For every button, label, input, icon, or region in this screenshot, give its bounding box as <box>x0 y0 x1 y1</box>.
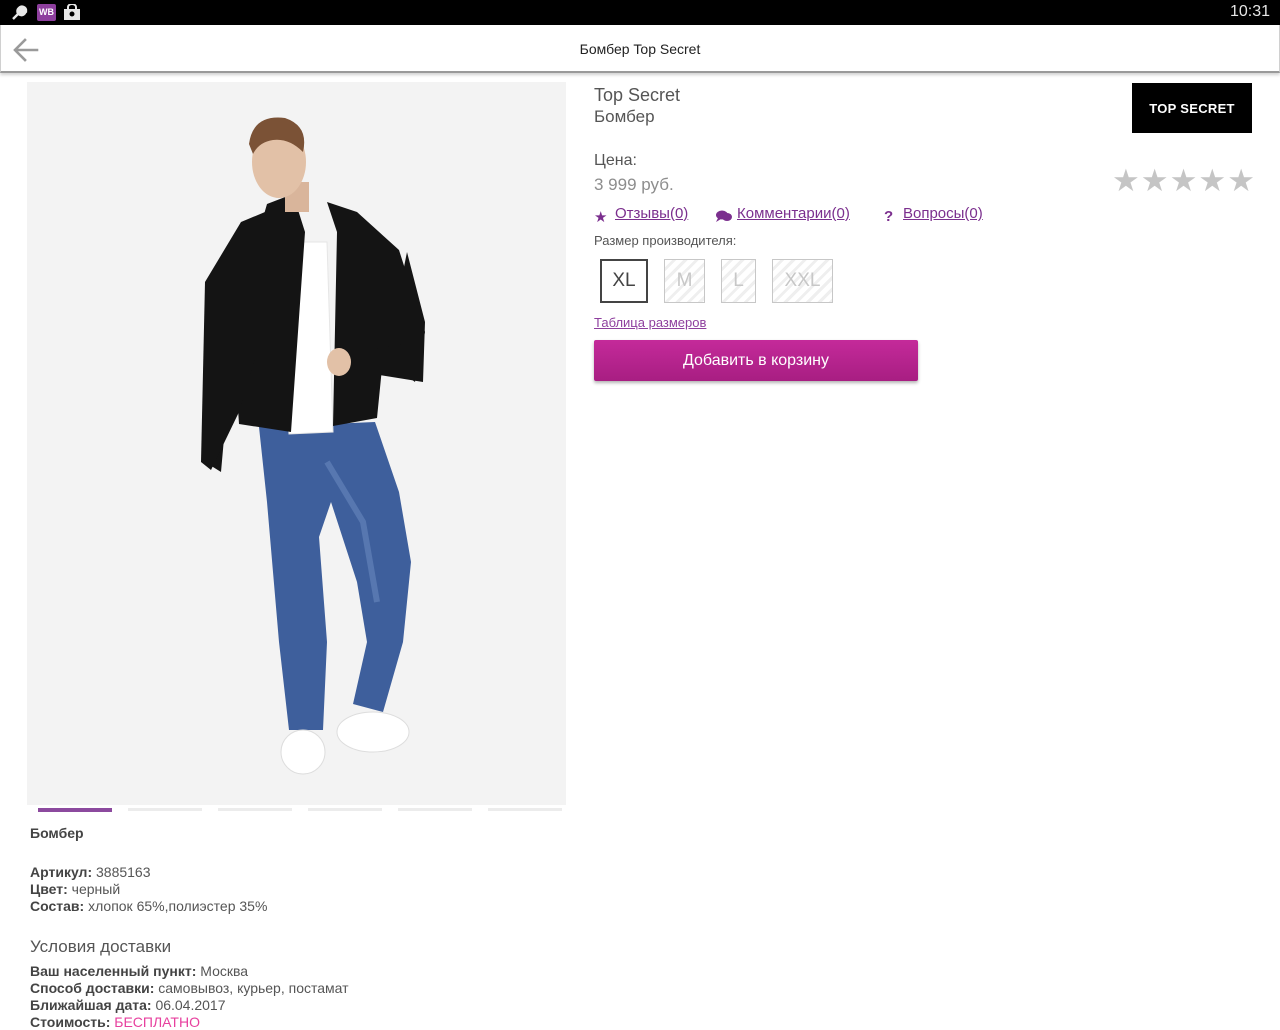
pager-dot[interactable] <box>398 808 472 811</box>
brand-logo-text: TOP SECRET <box>1149 100 1235 116</box>
price-label: Цена: <box>594 152 637 169</box>
app-toolbar: Бомбер Top Secret <box>0 25 1280 73</box>
rating-stars[interactable]: ★★★★★ <box>1112 163 1256 198</box>
delivery-date-row: Ближайшая дата: 06.04.2017 <box>30 997 226 1013</box>
product-detail-name: Бомбер <box>30 825 84 841</box>
article-label: Артикул: <box>30 864 93 880</box>
composition-row: Состав: хлопок 65%,полиэстер 35% <box>30 898 267 914</box>
image-pager <box>38 808 562 812</box>
pager-dot[interactable] <box>128 808 202 811</box>
size-label: Размер производителя: <box>594 233 737 248</box>
page-title: Бомбер Top Secret <box>579 41 701 57</box>
color-value: черный <box>71 881 121 897</box>
star-icon: ★ <box>1169 163 1199 198</box>
question-icon: ? <box>884 208 894 225</box>
brand-name[interactable]: Top Secret <box>594 85 680 106</box>
city-value[interactable]: Москва <box>200 963 248 979</box>
article-row: Артикул: 3885163 <box>30 864 151 880</box>
clock: 10:31 <box>1229 3 1270 20</box>
comments-link[interactable]: Комментарии(0) <box>737 205 850 222</box>
wb-app-icon: WB <box>37 4 56 21</box>
delivery-section-title: Условия доставки <box>30 937 172 956</box>
product-image[interactable] <box>27 82 566 805</box>
delivery-city-row: Ваш населенный пункт: Москва <box>30 963 248 979</box>
city-label: Ваш населенный пункт: <box>30 963 197 979</box>
brand-logo[interactable]: TOP SECRET <box>1132 83 1252 133</box>
star-icon: ★ <box>1198 163 1228 198</box>
pager-dot[interactable] <box>488 808 562 811</box>
size-option-xl[interactable]: XL <box>600 259 648 303</box>
delivery-method-row: Способ доставки: самовывоз, курьер, пост… <box>30 980 349 996</box>
method-value: самовывоз, курьер, постамат <box>158 980 349 996</box>
reviews-link[interactable]: Отзывы(0) <box>615 205 688 222</box>
cost-value: БЕСПЛАТНО <box>114 1014 200 1030</box>
delivery-cost-row: Стоимость: БЕСПЛАТНО <box>30 1014 200 1030</box>
color-label: Цвет: <box>30 881 68 897</box>
star-icon: ★ <box>1112 163 1141 198</box>
wrench-icon <box>12 5 28 20</box>
pager-dot[interactable] <box>308 808 382 811</box>
price-value: 3 999 руб. <box>594 175 674 194</box>
questions-link[interactable]: Вопросы(0) <box>903 205 983 222</box>
composition-value: хлопок 65%,полиэстер 35% <box>88 898 268 914</box>
star-icon: ★ <box>1140 163 1170 198</box>
color-row: Цвет: черный <box>30 881 120 897</box>
composition-label: Состав: <box>30 898 85 914</box>
status-bar: WB 10:31 <box>0 0 1280 25</box>
star-icon: ★ <box>1227 163 1256 198</box>
star-icon: ★ <box>594 209 608 226</box>
size-option-m[interactable]: M <box>664 259 705 303</box>
size-option-xxl[interactable]: XXL <box>772 259 833 303</box>
date-label: Ближайшая дата: <box>30 997 152 1013</box>
shopping-bag-icon <box>64 4 80 20</box>
cost-label: Стоимость: <box>30 1014 111 1030</box>
pager-dot[interactable] <box>38 808 112 812</box>
comments-icon <box>716 210 732 222</box>
method-label: Способ доставки: <box>30 980 155 996</box>
add-to-cart-button[interactable]: Добавить в корзину <box>594 340 918 381</box>
date-value: 06.04.2017 <box>155 997 226 1013</box>
model-photo <box>27 82 566 805</box>
article-value: 3885163 <box>96 864 151 880</box>
size-table-link[interactable]: Таблица размеров <box>594 315 706 330</box>
product-name: Бомбер <box>594 107 655 126</box>
pager-dot[interactable] <box>218 808 292 811</box>
size-option-l[interactable]: L <box>721 259 756 303</box>
